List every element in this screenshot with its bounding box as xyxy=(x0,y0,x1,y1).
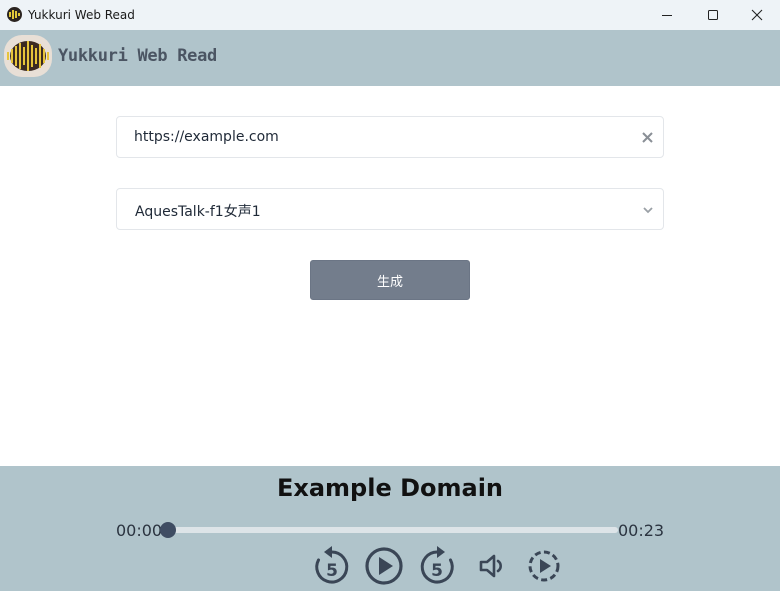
app-header: Yukkuri Web Read xyxy=(0,30,780,86)
audio-player: Example Domain 00:00 00:23 5 5 xyxy=(0,466,780,591)
play-button[interactable] xyxy=(364,546,404,586)
url-input[interactable] xyxy=(134,117,634,157)
window-title: Yukkuri Web Read xyxy=(28,8,135,22)
window-titlebar: Yukkuri Web Read xyxy=(0,0,780,30)
minimize-icon xyxy=(662,15,672,16)
rewind-5-button[interactable]: 5 xyxy=(312,546,352,586)
playback-speed-button[interactable] xyxy=(524,546,564,586)
waveform-icon xyxy=(7,41,49,71)
app-logo xyxy=(4,35,52,77)
chevron-down-icon xyxy=(643,207,653,214)
url-field xyxy=(116,116,664,158)
clear-url-button[interactable] xyxy=(639,129,655,145)
forward-5-icon: 5 xyxy=(420,546,454,584)
close-icon xyxy=(751,9,763,21)
app-brand-title: Yukkuri Web Read xyxy=(58,46,217,66)
rewind-seconds-label: 5 xyxy=(326,561,338,581)
track-title: Example Domain xyxy=(276,474,504,502)
playback-speed-icon xyxy=(528,550,560,582)
play-circle-icon xyxy=(365,547,403,585)
close-icon xyxy=(641,131,653,143)
replay-5-icon: 5 xyxy=(315,546,349,584)
volume-icon xyxy=(479,554,502,578)
volume-button[interactable] xyxy=(472,546,512,586)
voice-select-value: AquesTalk-f1女声1 xyxy=(135,204,261,220)
generate-button[interactable]: 生成 xyxy=(310,260,470,300)
forward-5-button[interactable]: 5 xyxy=(417,546,457,586)
voice-select[interactable]: AquesTalk-f1女声1 xyxy=(116,188,664,230)
current-time: 00:00 xyxy=(116,521,163,540)
seek-bar[interactable] xyxy=(160,522,618,538)
minimize-button[interactable] xyxy=(644,0,690,30)
maximize-button[interactable] xyxy=(690,0,736,30)
maximize-icon xyxy=(708,10,718,20)
forward-seconds-label: 5 xyxy=(431,561,443,581)
close-window-button[interactable] xyxy=(734,0,780,30)
total-time: 00:23 xyxy=(618,521,665,540)
app-waveform-icon xyxy=(7,7,22,22)
seek-thumb[interactable] xyxy=(160,522,176,538)
